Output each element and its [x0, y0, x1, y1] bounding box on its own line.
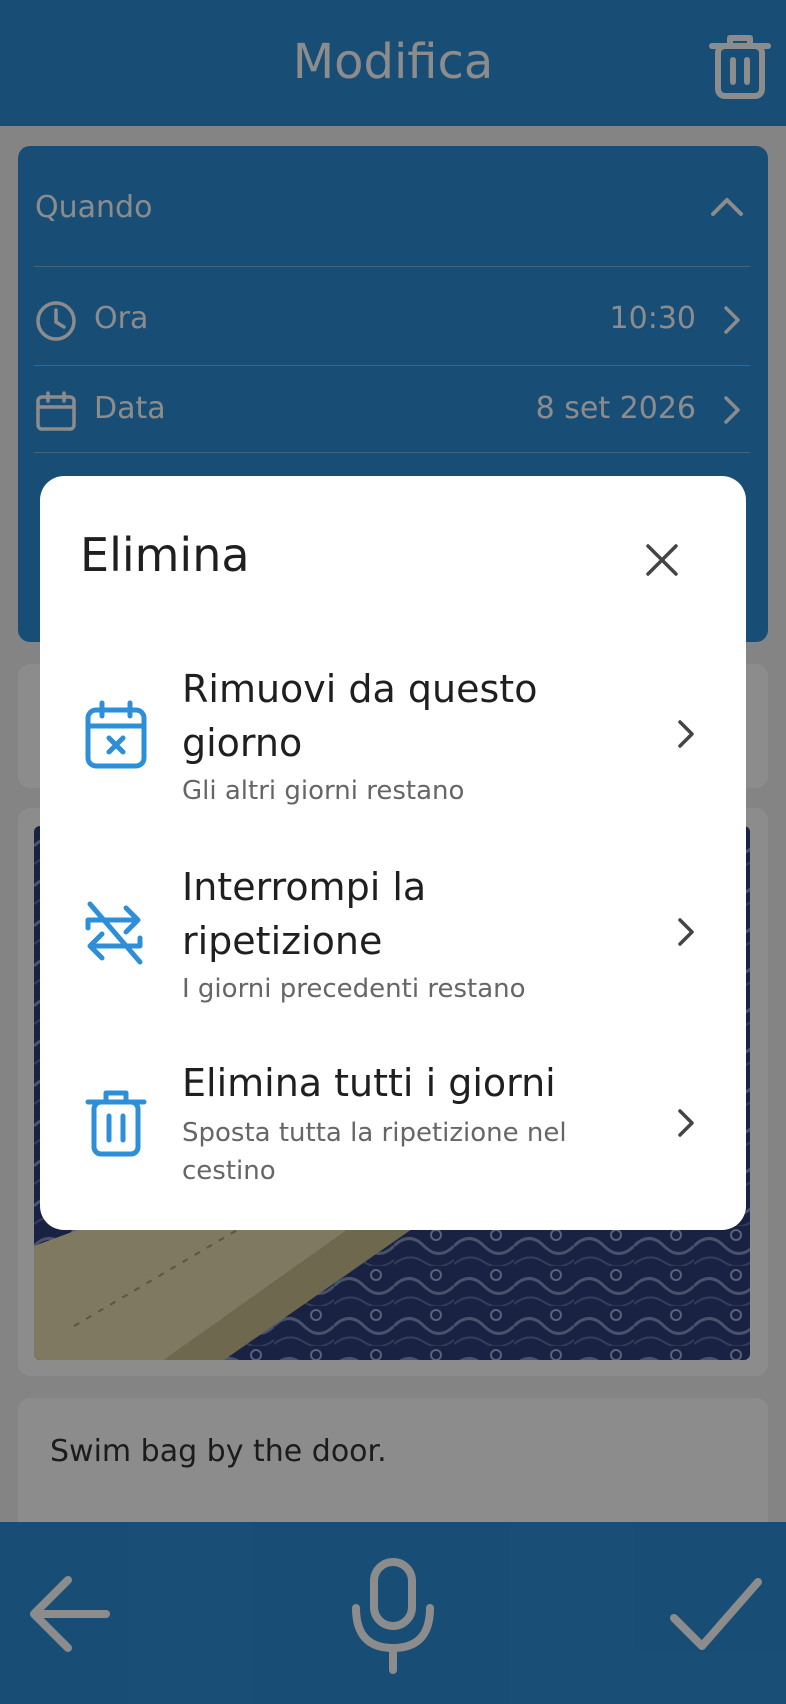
close-icon[interactable] [644, 542, 680, 578]
trash-icon [85, 1090, 147, 1157]
option-title: Elimina tutti i giorni [182, 1061, 556, 1105]
option-title: Rimuovi da questo giorno [182, 667, 538, 765]
chevron-right-icon[interactable] [676, 1108, 696, 1138]
chevron-right-icon[interactable] [676, 917, 696, 947]
option-subtitle: I giorni precedenti restano [182, 974, 526, 1004]
chevron-right-icon[interactable] [676, 719, 696, 749]
calendar-remove-icon [85, 700, 147, 769]
option-title: Interrompi la ripetizione [182, 865, 427, 963]
option-subtitle: Gli altri giorni restano [182, 776, 465, 806]
repeat-off-icon [85, 901, 143, 965]
dialog-title: Elimina [80, 528, 250, 582]
option-subtitle: Sposta tutta la ripetizione nel cestino [182, 1118, 567, 1186]
